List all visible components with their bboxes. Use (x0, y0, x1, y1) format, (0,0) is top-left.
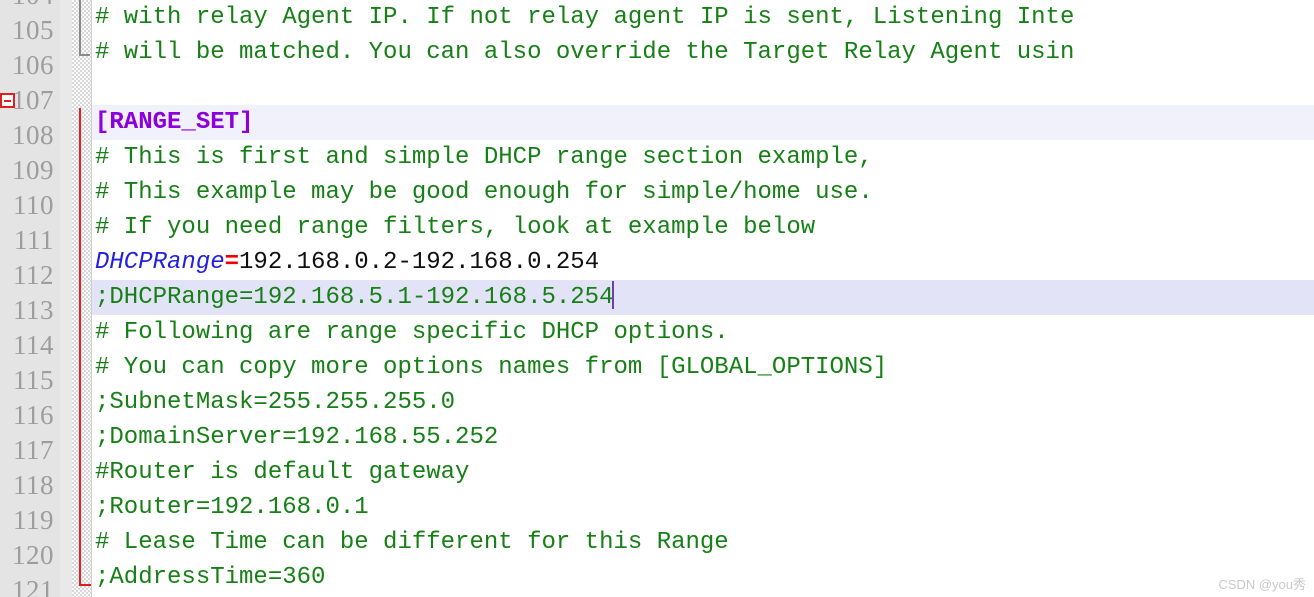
code-token-comment: ;Router=192.168.0.1 (95, 494, 369, 521)
code-token-comment: ;DomainServer=192.168.55.252 (95, 424, 499, 451)
code-token-comment: # This example may be good enough for si… (95, 179, 873, 206)
code-token-section: [RANGE_SET] (95, 109, 254, 136)
code-line[interactable]: DHCPRange=192.168.0.2-192.168.0.254 (92, 245, 1314, 280)
code-line[interactable]: ;SubnetMask=255.255.255.0 (92, 385, 1314, 420)
fold-toggle-range-set[interactable] (0, 93, 15, 108)
line-number: 105 (12, 15, 54, 45)
line-number: 108 (12, 120, 54, 150)
code-line[interactable]: ;Router=192.168.0.1 (92, 490, 1314, 525)
code-token-comment: ;AddressTime=360 (95, 564, 326, 591)
line-number: 104 (0, 0, 60, 13)
gutter-spacer (60, 0, 72, 597)
code-line[interactable] (92, 70, 1314, 105)
line-number: 119 (13, 505, 54, 535)
code-line[interactable]: # This example may be good enough for si… (92, 175, 1314, 210)
code-line[interactable]: # You can copy more options names from [… (92, 350, 1314, 385)
line-number: 115 (13, 365, 54, 395)
code-token-comment: # If you need range filters, look at exa… (95, 214, 816, 241)
code-line[interactable]: # If you need range filters, look at exa… (92, 210, 1314, 245)
code-editor: 1041051061071081091101111121131141151161… (0, 0, 1314, 597)
watermark: CSDN @you秀 (1218, 577, 1306, 592)
line-number: 106 (12, 50, 54, 80)
code-token-comment: # Lease Time can be different for this R… (95, 529, 729, 556)
line-number: 113 (13, 295, 54, 325)
code-token-comment: # with relay Agent IP. If not relay agen… (95, 4, 1075, 31)
line-number: 117 (13, 435, 54, 465)
line-number: 118 (13, 470, 54, 500)
code-line[interactable]: ;DomainServer=192.168.55.252 (92, 420, 1314, 455)
code-line[interactable]: # Following are range specific DHCP opti… (92, 315, 1314, 350)
code-token-comment: ;DHCPRange=192.168.5.1-192.168.5.254 (95, 284, 614, 311)
code-token-value: 192.168.0.2-192.168.0.254 (239, 249, 600, 276)
code-token-comment: # You can copy more options names from [… (95, 354, 888, 381)
code-text-area[interactable]: # with relay Agent IP. If not relay agen… (92, 0, 1314, 597)
line-number: 112 (13, 260, 54, 290)
code-token-comment: # This is first and simple DHCP range se… (95, 144, 873, 171)
code-token-comment: # will be matched. You can also override… (95, 39, 1075, 66)
code-line[interactable]: # with relay Agent IP. If not relay agen… (92, 0, 1314, 35)
line-number: 116 (13, 400, 54, 430)
code-token-equals: = (224, 249, 240, 276)
code-line[interactable]: #Router is default gateway (92, 455, 1314, 490)
code-line[interactable]: ;DHCPRange=192.168.5.1-192.168.5.254 (92, 280, 1314, 315)
code-line[interactable]: ;AddressTime=360 (92, 560, 1314, 595)
line-number: 121 (12, 575, 54, 597)
line-number-column: 1041051061071081091101111121131141151161… (0, 0, 60, 597)
line-number: 110 (13, 190, 54, 220)
minus-icon (4, 100, 11, 102)
code-token-key: DHCPRange (95, 249, 225, 276)
gutter-divider (91, 0, 92, 597)
line-number: 111 (14, 225, 54, 255)
code-line[interactable]: # Lease Time can be different for this R… (92, 525, 1314, 560)
line-number: 120 (12, 540, 54, 570)
gutter-fold-column (72, 0, 92, 597)
code-token-comment: # Following are range specific DHCP opti… (95, 319, 729, 346)
code-token-comment: ;SubnetMask=255.255.255.0 (95, 389, 456, 416)
text-caret (612, 281, 615, 309)
code-line[interactable]: # will be matched. You can also override… (92, 35, 1314, 70)
code-line[interactable]: # This is first and simple DHCP range se… (92, 140, 1314, 175)
line-number: 114 (13, 330, 54, 360)
code-line[interactable]: [RANGE_SET] (92, 105, 1314, 140)
line-number: 109 (12, 155, 54, 185)
code-token-comment: #Router is default gateway (95, 459, 470, 486)
